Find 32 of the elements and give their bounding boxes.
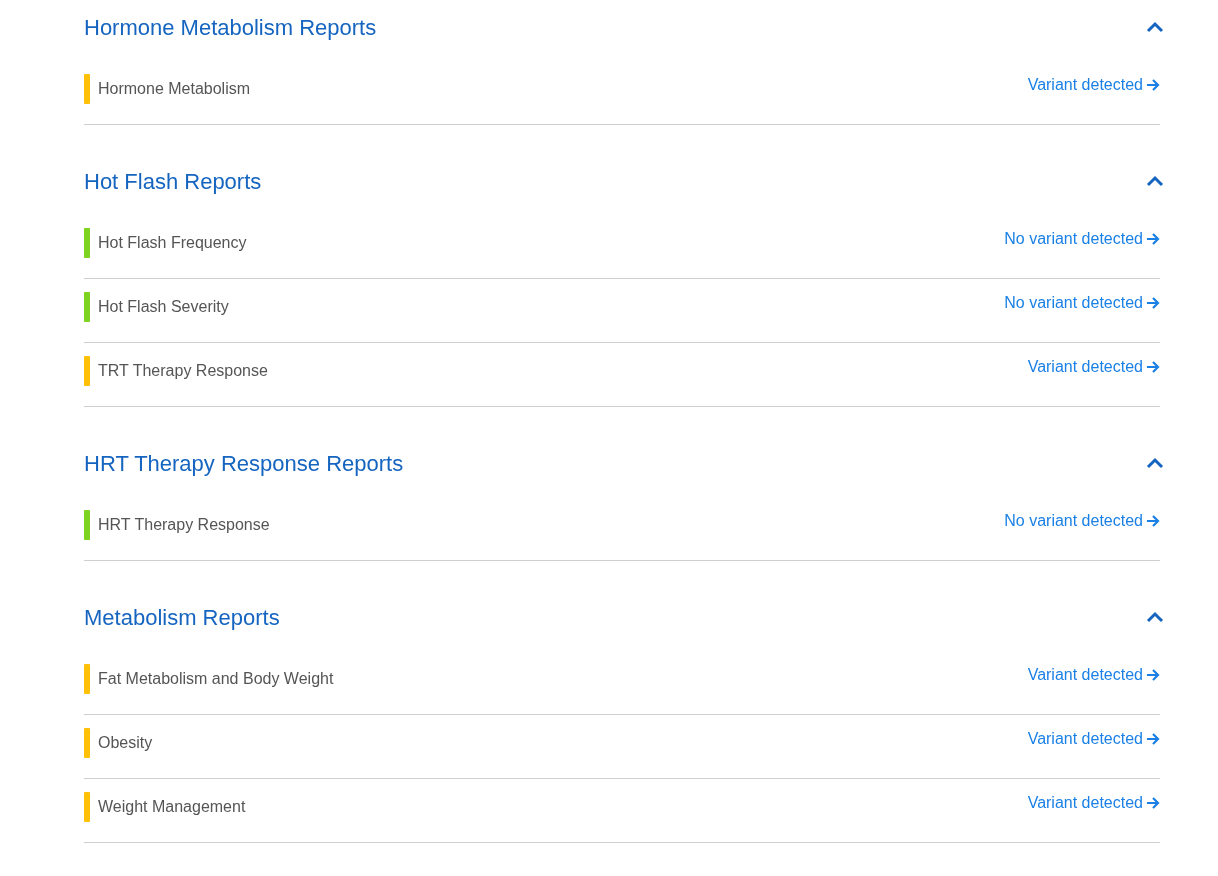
status-link[interactable]: No variant detected xyxy=(1004,512,1160,530)
arrow-right-icon xyxy=(1146,296,1160,310)
section-title: HRT Therapy Response Reports xyxy=(84,450,404,478)
report-name: Hormone Metabolism xyxy=(98,80,251,98)
report-name: Weight Management xyxy=(98,798,246,816)
collapse-button[interactable] xyxy=(1146,610,1164,624)
arrow-right-icon xyxy=(1146,360,1160,374)
report-name: Hot Flash Frequency xyxy=(98,234,247,252)
arrow-right-icon xyxy=(1146,732,1160,746)
report-name: HRT Therapy Response xyxy=(98,516,270,534)
status-link[interactable]: No variant detected xyxy=(1004,294,1160,312)
arrow-right-icon xyxy=(1146,796,1160,810)
status-link[interactable]: Variant detected xyxy=(1027,358,1160,376)
section-title: Hormone Metabolism Reports xyxy=(84,14,377,42)
report-name: Fat Metabolism and Body Weight xyxy=(98,670,334,688)
report-name: TRT Therapy Response xyxy=(98,362,268,380)
collapse-button[interactable] xyxy=(1146,456,1164,470)
arrow-right-icon xyxy=(1146,668,1160,682)
arrow-right-icon xyxy=(1146,78,1160,92)
status-link[interactable]: Variant detected xyxy=(1027,794,1160,812)
report-name: Hot Flash Severity xyxy=(98,298,229,316)
status-link[interactable]: No variant detected xyxy=(1004,230,1160,248)
collapse-button[interactable] xyxy=(1146,174,1164,188)
section-title: Hot Flash Reports xyxy=(84,168,262,196)
status-link[interactable]: Variant detected xyxy=(1027,730,1160,748)
report-name: Obesity xyxy=(98,734,153,752)
arrow-right-icon xyxy=(1146,232,1160,246)
section-title: Metabolism Reports xyxy=(84,604,280,632)
status-link[interactable]: Variant detected xyxy=(1027,666,1160,684)
collapse-button[interactable] xyxy=(1146,20,1164,34)
arrow-right-icon xyxy=(1146,514,1160,528)
status-link[interactable]: Variant detected xyxy=(1027,76,1160,94)
